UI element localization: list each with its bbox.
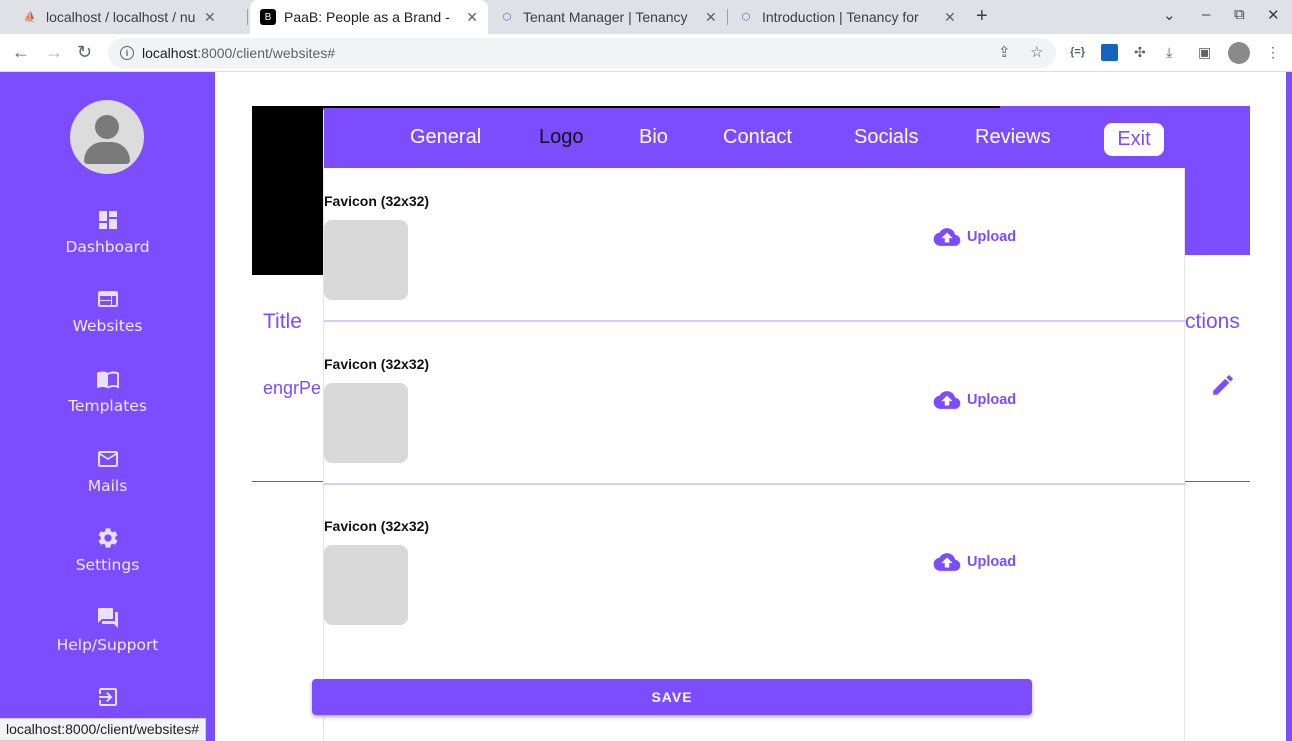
sidebar-item-label: Mails	[87, 477, 128, 495]
paab-favicon-icon: B	[260, 9, 276, 25]
mail-icon	[97, 451, 118, 467]
tenancy-favicon-icon: ⬡	[502, 11, 512, 23]
section-divider	[324, 320, 1186, 322]
web-icon	[97, 291, 118, 307]
sidebar-item-logout[interactable]	[0, 685, 215, 715]
logo-edit-modal: General Logo Bio Contact Socials Reviews…	[323, 110, 1186, 741]
tab-socials[interactable]: Socials	[854, 126, 918, 149]
sidebar-item-label: Help/Support	[56, 636, 159, 654]
profile-avatar[interactable]	[1228, 42, 1250, 64]
tab-title: localhost / localhost / nup	[46, 9, 196, 25]
table-row-title: engrPe	[263, 378, 322, 398]
favicon-label: Favicon (32x32)	[324, 193, 430, 209]
close-tab-icon[interactable]: ✕	[705, 9, 717, 26]
tab-logo[interactable]: Logo	[539, 126, 584, 149]
cloud-upload-icon	[933, 553, 961, 571]
minimize-icon[interactable]: –	[1202, 6, 1210, 23]
section-divider	[324, 483, 1186, 485]
tab-title: Tenant Manager | Tenancy	[523, 9, 688, 25]
modal-tab-bar: General Logo Bio Contact Socials Reviews…	[324, 110, 1186, 168]
menu-kebab-icon[interactable]: ⋮	[1266, 44, 1280, 61]
browser-tab-strip: ⛵ localhost / localhost / nup ✕ B PaaB: …	[0, 0, 1292, 34]
tab-bio[interactable]: Bio	[639, 126, 668, 149]
sidebar-item-settings[interactable]: Settings	[0, 526, 215, 575]
site-info-icon[interactable]: i	[120, 46, 134, 60]
back-icon[interactable]: ←	[12, 42, 30, 63]
upload-button[interactable]: Upload	[933, 552, 1016, 572]
browser-tab[interactable]: ⬡ Tenant Manager | Tenancy ✕	[489, 0, 727, 34]
sidebar-item-dashboard[interactable]: Dashboard	[0, 208, 215, 257]
share-icon[interactable]: ⇪	[998, 43, 1011, 61]
favicon-label: Favicon (32x32)	[324, 518, 430, 534]
browser-toolbar: ← → ↻ i localhost:8000/client/websites# …	[0, 34, 1292, 72]
dashboard-icon	[98, 211, 117, 229]
sidebar-item-mails[interactable]: Mails	[0, 447, 215, 496]
sidebar-item-websites[interactable]: Websites	[0, 287, 215, 336]
cloud-upload-icon	[933, 228, 961, 246]
favicon-preview	[324, 545, 408, 625]
browser-tab[interactable]: ⛵ localhost / localhost / nup ✕	[12, 0, 226, 34]
download-icon[interactable]: ⤓	[1166, 44, 1172, 61]
scroll-edge	[1286, 72, 1292, 741]
favicon-label: Favicon (32x32)	[324, 356, 430, 372]
browser-tab[interactable]: ⬡ Introduction | Tenancy for ✕	[728, 0, 966, 34]
close-tab-icon[interactable]: ✕	[204, 9, 216, 26]
sidebar-item-label: Dashboard	[65, 238, 150, 256]
url-path: :8000/client/websites#	[197, 45, 336, 61]
json-extension-icon[interactable]: {=}	[1070, 46, 1085, 58]
banner-black-block	[252, 106, 323, 275]
sidebar-item-label: Websites	[72, 317, 143, 335]
tab-search-icon[interactable]: ⌄	[1163, 6, 1176, 24]
browser-tab-active[interactable]: B PaaB: People as a Brand - ✕	[250, 0, 488, 34]
extension-icon[interactable]	[1101, 44, 1118, 61]
upload-button[interactable]: Upload	[933, 390, 1016, 410]
tab-title: Introduction | Tenancy for	[762, 9, 919, 25]
gear-icon	[98, 528, 117, 548]
favicon-preview	[324, 383, 408, 463]
save-button[interactable]: SAVE	[312, 679, 1032, 715]
close-tab-icon[interactable]: ✕	[944, 9, 956, 26]
close-tab-icon[interactable]: ✕	[466, 9, 478, 26]
url-host: localhost	[142, 45, 198, 61]
side-panel-icon[interactable]: ▣	[1198, 44, 1211, 61]
table-header-title: Title	[263, 310, 302, 333]
sidebar: Dashboard Websites Templates Mails Setti…	[0, 72, 215, 741]
favicon-preview	[324, 220, 408, 300]
reload-icon[interactable]: ↻	[77, 42, 92, 63]
tab-reviews[interactable]: Reviews	[975, 126, 1051, 149]
sidebar-item-templates[interactable]: Templates	[0, 367, 215, 416]
upload-label: Upload	[967, 554, 1017, 570]
phpmyadmin-favicon-icon: ⛵	[23, 11, 37, 23]
new-tab-icon[interactable]: +	[976, 5, 988, 28]
table-header-actions: ctions	[1185, 310, 1240, 333]
edit-pencil-icon[interactable]	[1210, 372, 1236, 398]
logout-icon	[98, 688, 117, 706]
sidebar-item-label: Settings	[75, 556, 140, 574]
template-icon	[96, 371, 119, 389]
restore-icon[interactable]: ⧉	[1234, 6, 1245, 23]
chat-icon	[97, 608, 118, 628]
tab-title: PaaB: People as a Brand -	[284, 9, 450, 25]
close-window-icon[interactable]: ✕	[1267, 6, 1280, 24]
cloud-upload-icon	[933, 391, 961, 409]
banner-top-line	[323, 106, 1000, 108]
user-avatar[interactable]	[70, 100, 144, 174]
upload-button[interactable]: Upload	[933, 227, 1016, 247]
tab-contact[interactable]: Contact	[723, 126, 792, 149]
puzzle-icon[interactable]: ✣	[1134, 44, 1146, 61]
forward-icon[interactable]: →	[45, 42, 63, 63]
exit-button[interactable]: Exit	[1104, 123, 1164, 156]
upload-label: Upload	[967, 392, 1017, 408]
upload-label: Upload	[967, 229, 1017, 245]
tenancy-favicon-icon: ⬡	[741, 11, 751, 23]
sidebar-item-help-support[interactable]: Help/Support	[0, 606, 215, 655]
sidebar-item-label: Templates	[68, 397, 147, 415]
bookmark-star-icon[interactable]: ☆	[1030, 43, 1043, 61]
tab-general[interactable]: General	[410, 126, 481, 149]
status-bar-url: localhost:8000/client/websites#	[0, 718, 207, 741]
address-bar[interactable]: i localhost:8000/client/websites#	[108, 38, 1056, 68]
